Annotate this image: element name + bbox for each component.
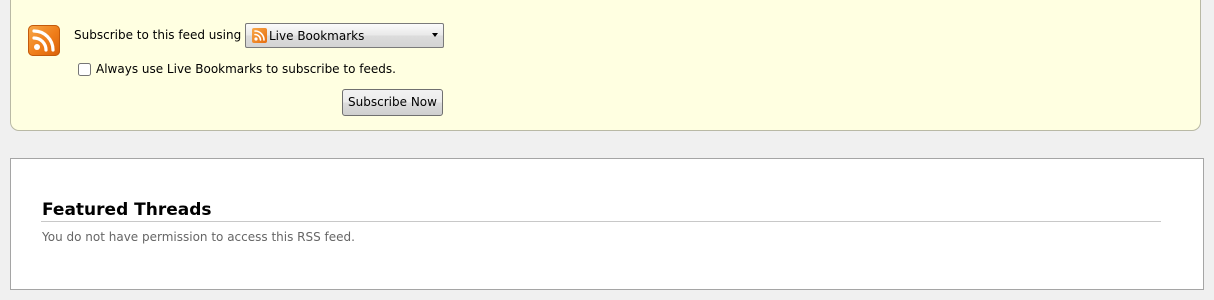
feed-content-panel: Featured Threads You do not have permiss… [10,158,1204,290]
feed-reader-select[interactable]: Live Bookmarks [245,23,444,48]
feed-title-divider [41,221,1161,222]
subscribe-now-button[interactable]: Subscribe Now [342,89,443,116]
feed-reader-select-value: Live Bookmarks [269,29,365,43]
subscribe-using-label: Subscribe to this feed using [74,28,242,42]
always-use-checkbox[interactable] [78,63,91,76]
feed-permission-message: You do not have permission to access thi… [42,230,355,244]
chevron-down-icon[interactable] [432,33,438,37]
feed-title: Featured Threads [42,200,212,220]
live-bookmarks-icon [252,28,267,43]
always-use-label[interactable]: Always use Live Bookmarks to subscribe t… [96,62,396,76]
rss-feed-icon [28,25,60,56]
